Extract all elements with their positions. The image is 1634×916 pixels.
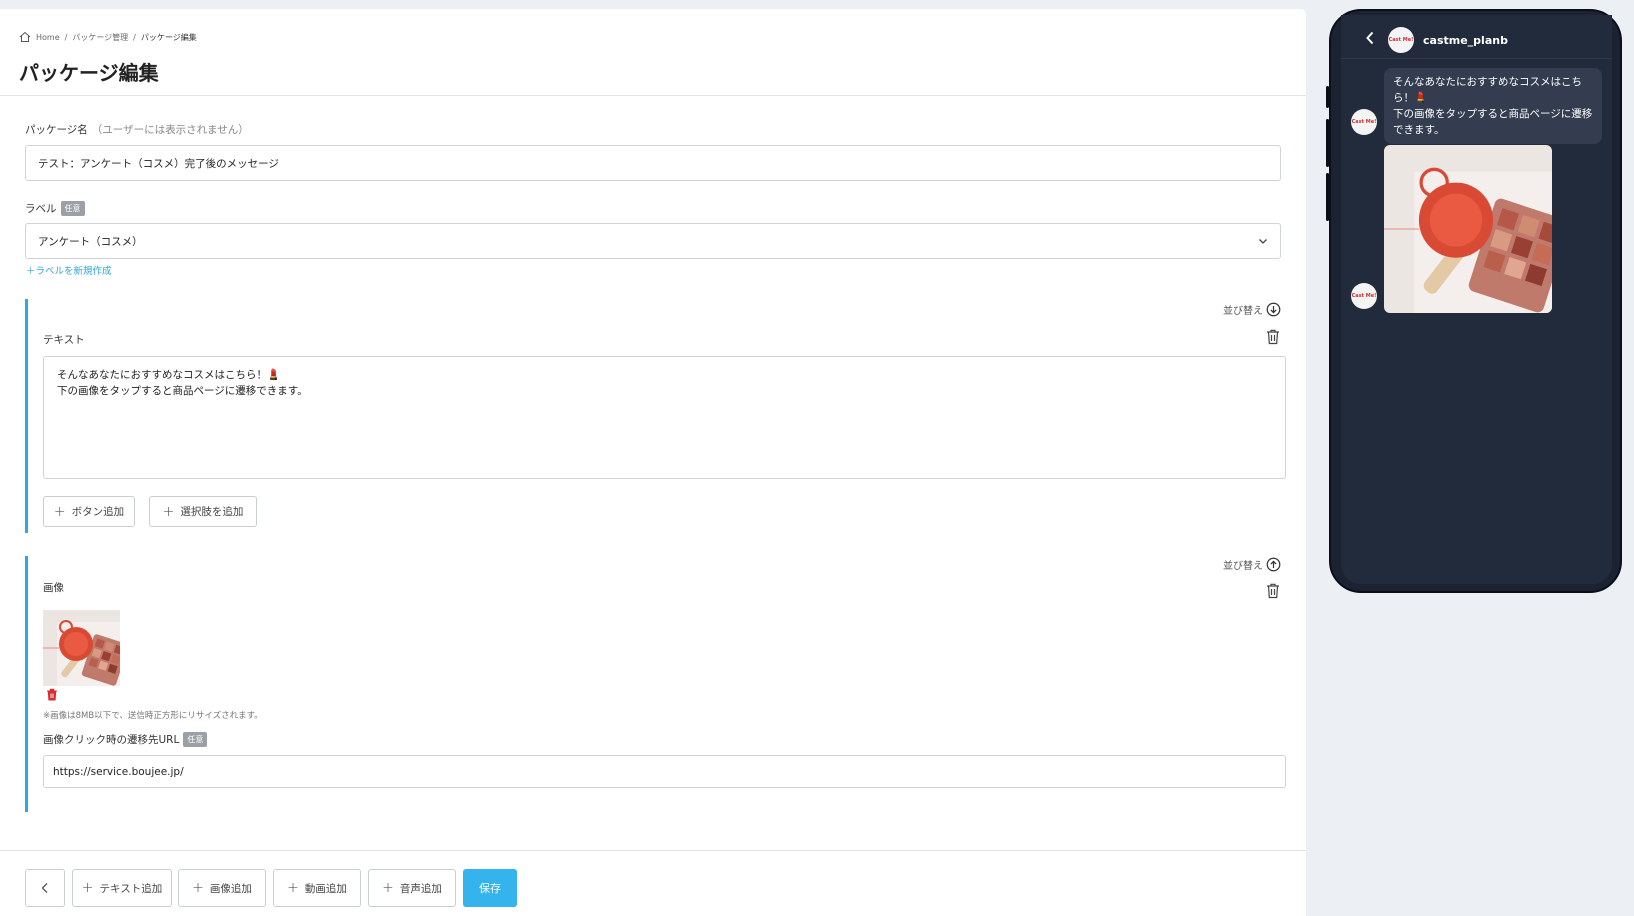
- text-block: 並び替え テキスト そんなあなたにおすすめなコスメはこちら！💄 下の画像をタップ…: [25, 299, 1286, 533]
- avatar-logo-text: Cast Me!: [1388, 37, 1414, 43]
- save-button[interactable]: 保存: [463, 869, 517, 907]
- plus-icon: +: [81, 880, 94, 896]
- phone-screen: Cast Me! castme_planb Cast Me! そんなあなたにおす…: [1341, 15, 1612, 584]
- sort-down-button[interactable]: 並び替え: [1223, 302, 1281, 317]
- package-name-value: テスト：アンケート（コスメ）完了後のメッセージ: [38, 157, 279, 170]
- arrow-down-circle-icon: [1266, 302, 1281, 317]
- package-name-input[interactable]: テスト：アンケート（コスメ）完了後のメッセージ: [25, 145, 1281, 181]
- phone-preview: Cast Me! castme_planb Cast Me! そんなあなたにおす…: [1326, 9, 1622, 593]
- header-divider: [0, 95, 1306, 96]
- add-choice-button[interactable]: + 選択肢を追加: [149, 496, 257, 527]
- chevron-down-icon: [1259, 239, 1267, 244]
- image-url-input[interactable]: https://service.boujee.jp/: [43, 755, 1286, 788]
- image-url-value: https://service.boujee.jp/: [53, 765, 184, 778]
- package-name-label-text: パッケージ名: [25, 124, 88, 136]
- phone-side-button: [1326, 173, 1329, 221]
- message-avatar: Cast Me!: [1351, 109, 1377, 135]
- chat-account-name: castme_planb: [1423, 34, 1508, 47]
- add-button-label: ボタン追加: [71, 506, 125, 518]
- avatar-logo-text: Cast Me!: [1351, 119, 1377, 125]
- add-image-label: 画像追加: [209, 882, 252, 895]
- editor-panel: Home / パッケージ管理 / パッケージ編集 パッケージ編集 パッケージ名（…: [0, 9, 1306, 916]
- trash-icon[interactable]: [1265, 582, 1281, 599]
- package-name-label: パッケージ名 （ユーザーには表示されません）: [25, 122, 249, 137]
- footer-divider: [0, 850, 1306, 851]
- message-image[interactable]: [1384, 145, 1552, 313]
- add-audio-label: 音声追加: [399, 882, 442, 895]
- optional-badge: 任意: [183, 732, 208, 747]
- add-audio-button[interactable]: + 音声追加: [368, 869, 456, 907]
- add-button-button[interactable]: + ボタン追加: [43, 496, 135, 527]
- home-icon[interactable]: [19, 31, 31, 43]
- plus-icon: +: [53, 503, 66, 520]
- add-choice-label: 選択肢を追加: [180, 506, 244, 518]
- add-video-label: 動画追加: [304, 882, 347, 895]
- phone-side-button: [1326, 119, 1329, 167]
- breadcrumb-separator: /: [64, 32, 68, 42]
- sort-label: 並び替え: [1223, 561, 1263, 572]
- breadcrumb-home[interactable]: Home: [36, 33, 60, 42]
- plus-icon: +: [192, 880, 204, 896]
- account-avatar: Cast Me!: [1388, 27, 1414, 53]
- message-avatar: Cast Me!: [1351, 283, 1377, 309]
- package-name-sublabel: （ユーザーには表示されません）: [91, 124, 249, 136]
- arrow-up-circle-icon: [1266, 557, 1281, 572]
- plus-icon: +: [162, 503, 175, 520]
- label-field-label: ラベル 任意: [25, 201, 85, 216]
- cosmetics-photo: [1384, 145, 1552, 313]
- breadcrumb-current: パッケージ編集: [140, 32, 197, 42]
- breadcrumb-package-management[interactable]: パッケージ管理: [72, 32, 128, 43]
- breadcrumb: Home / パッケージ管理 / パッケージ編集: [19, 31, 197, 43]
- page-title: パッケージ編集: [19, 61, 159, 85]
- phone-side-button: [1326, 86, 1329, 108]
- image-size-note: ※画像は8MB以下で、送信時正方形にリサイズされます。: [43, 711, 263, 721]
- text-block-title: テキスト: [43, 334, 85, 346]
- optional-badge: 任意: [60, 201, 85, 216]
- cosmetics-photo: [43, 610, 120, 686]
- add-text-button[interactable]: + テキスト追加: [72, 869, 172, 907]
- sort-up-button[interactable]: 並び替え: [1223, 557, 1281, 572]
- avatar-logo-text: Cast Me!: [1351, 293, 1377, 299]
- url-label-text: 画像クリック時の遷移先URL: [43, 734, 180, 746]
- back-button[interactable]: [25, 869, 65, 907]
- delete-image-icon[interactable]: [46, 688, 58, 701]
- plus-icon: +: [382, 880, 394, 896]
- chevron-left-icon: [41, 883, 48, 893]
- add-video-button[interactable]: + 動画追加: [273, 869, 361, 907]
- chevron-left-icon[interactable]: [1365, 31, 1375, 45]
- sort-label: 並び替え: [1223, 306, 1263, 317]
- breadcrumb-separator: /: [133, 32, 136, 42]
- trash-icon[interactable]: [1265, 328, 1281, 345]
- create-label-link[interactable]: ＋ラベルを新規作成: [26, 263, 112, 277]
- add-text-label: テキスト追加: [99, 882, 163, 895]
- label-select-value: アンケート（コスメ）: [38, 235, 143, 248]
- url-label: 画像クリック時の遷移先URL 任意: [43, 732, 208, 747]
- label-select[interactable]: アンケート（コスメ）: [25, 223, 1281, 259]
- text-content-textarea[interactable]: そんなあなたにおすすめなコスメはこちら！💄 下の画像をタップすると商品ページに遷…: [43, 356, 1286, 479]
- chat-header: Cast Me! castme_planb: [1341, 15, 1612, 59]
- add-image-button[interactable]: + 画像追加: [178, 869, 266, 907]
- image-block-title: 画像: [43, 582, 64, 594]
- image-thumbnail: [43, 610, 120, 686]
- label-field-label-text: ラベル: [25, 203, 57, 215]
- message-bubble: そんなあなたにおすすめなコスメはこちら！💄 下の画像をタップすると商品ページに遷…: [1384, 68, 1602, 144]
- plus-icon: +: [287, 880, 299, 896]
- image-block: 並び替え 画像 ※画像は8MB以下で、送信時正方形にリサイズされます。 画像クリ…: [25, 556, 1286, 812]
